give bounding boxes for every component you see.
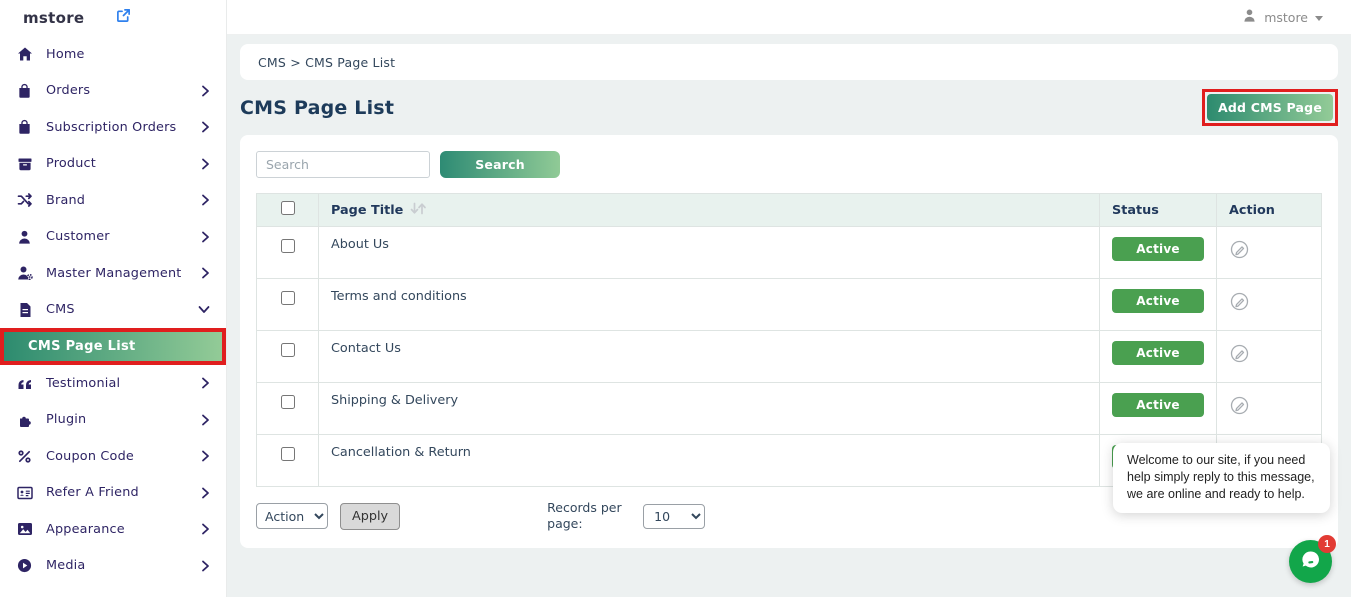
column-header-action: Action (1217, 194, 1322, 227)
add-cms-page-annotation: Add CMS Page (1202, 89, 1338, 126)
chevron-right-icon (198, 560, 210, 572)
percent-icon (16, 449, 33, 464)
sidebar-item-cms[interactable]: CMS (0, 292, 226, 329)
table-row: Shipping & Delivery Active (257, 383, 1322, 435)
chevron-down-icon (198, 305, 210, 314)
chevron-right-icon (198, 121, 210, 133)
add-cms-page-button[interactable]: Add CMS Page (1207, 94, 1333, 121)
select-all-checkbox[interactable] (281, 201, 295, 215)
chevron-right-icon (198, 414, 210, 426)
file-icon (16, 302, 33, 318)
sidebar-item-customer[interactable]: Customer (0, 219, 226, 256)
chevron-right-icon (198, 231, 210, 243)
sidebar: mstore Home Orders Subscription Orders P… (0, 0, 226, 597)
table-row: About Us Active (257, 227, 1322, 279)
chevron-right-icon (198, 194, 210, 206)
user-icon (1242, 8, 1257, 27)
person-icon (16, 229, 33, 245)
chat-launcher-button[interactable]: 1 (1289, 540, 1332, 583)
column-header-status: Status (1100, 194, 1217, 227)
user-menu[interactable]: mstore (1242, 0, 1323, 35)
chevron-right-icon (198, 377, 210, 389)
sidebar-item-home[interactable]: Home (0, 36, 226, 73)
sidebar-item-testimonial[interactable]: Testimonial (0, 365, 226, 402)
edit-icon[interactable] (1229, 395, 1250, 419)
edit-icon[interactable] (1229, 343, 1250, 367)
breadcrumb[interactable]: CMS > CMS Page List (240, 44, 1338, 80)
page-title-cell: Shipping & Delivery (319, 383, 1100, 435)
sidebar-item-appearance[interactable]: Appearance (0, 511, 226, 548)
status-badge[interactable]: Active (1112, 393, 1204, 417)
chevron-right-icon (198, 523, 210, 535)
page-title-cell: Contact Us (319, 331, 1100, 383)
page-title: CMS Page List (240, 97, 394, 119)
sidebar-item-brand[interactable]: Brand (0, 182, 226, 219)
status-badge[interactable]: Active (1112, 237, 1204, 261)
store-logo: mstore (23, 9, 84, 27)
status-badge[interactable]: Active (1112, 341, 1204, 365)
page-title-cell: Cancellation & Return (319, 435, 1100, 487)
chat-message: Welcome to our site, if you need help si… (1127, 453, 1315, 501)
bulk-action-select[interactable]: Action (256, 503, 328, 529)
page-title-cell: About Us (319, 227, 1100, 279)
sidebar-item-product[interactable]: Product (0, 146, 226, 183)
home-icon (16, 46, 33, 62)
sidebar-item-orders[interactable]: Orders (0, 73, 226, 110)
records-per-page-select[interactable]: 10 (643, 504, 705, 529)
id-card-icon (16, 486, 33, 500)
chevron-right-icon (198, 487, 210, 499)
sidebar-item-master-management[interactable]: Master Management (0, 255, 226, 292)
edit-icon[interactable] (1229, 291, 1250, 315)
records-per-page-label: Records per page: (547, 500, 625, 532)
chat-bubble-icon (1299, 548, 1323, 576)
row-checkbox[interactable] (281, 447, 295, 461)
edit-icon[interactable] (1229, 239, 1250, 263)
search-input[interactable] (256, 151, 430, 178)
shuffle-icon (16, 192, 33, 208)
row-checkbox[interactable] (281, 239, 295, 253)
sidebar-item-coupon-code[interactable]: Coupon Code (0, 438, 226, 475)
column-header-page-title[interactable]: Page Title (319, 194, 1100, 227)
chevron-right-icon (198, 450, 210, 462)
table-header-row: Page Title Status Action (257, 194, 1322, 227)
search-button[interactable]: Search (440, 151, 560, 178)
shopping-bag-icon (16, 119, 33, 135)
sort-icon[interactable] (409, 204, 428, 219)
external-link-icon[interactable] (116, 8, 131, 27)
user-name: mstore (1264, 10, 1308, 25)
person-gear-icon (16, 265, 33, 281)
row-checkbox[interactable] (281, 343, 295, 357)
apply-button[interactable]: Apply (340, 503, 400, 530)
shopping-bag-icon (16, 83, 33, 99)
image-icon (16, 522, 33, 536)
sidebar-nav: Home Orders Subscription Orders Product … (0, 35, 226, 584)
puzzle-icon (16, 412, 33, 428)
sidebar-item-refer-a-friend[interactable]: Refer A Friend (0, 475, 226, 512)
quote-icon (16, 377, 33, 390)
table-row: Contact Us Active (257, 331, 1322, 383)
chevron-right-icon (198, 158, 210, 170)
sidebar-item-plugin[interactable]: Plugin (0, 402, 226, 439)
chat-welcome-popup: Welcome to our site, if you need help si… (1113, 443, 1330, 513)
page-title-cell: Terms and conditions (319, 279, 1100, 331)
row-checkbox[interactable] (281, 395, 295, 409)
chevron-right-icon (198, 267, 210, 279)
status-badge[interactable]: Active (1112, 289, 1204, 313)
archive-icon (16, 156, 33, 172)
sidebar-item-subscription-orders[interactable]: Subscription Orders (0, 109, 226, 146)
chevron-right-icon (198, 85, 210, 97)
table-row: Terms and conditions Active (257, 279, 1322, 331)
row-checkbox[interactable] (281, 291, 295, 305)
cms-page-list-annotation: CMS Page List (0, 328, 226, 365)
play-circle-icon (16, 558, 33, 573)
sidebar-item-media[interactable]: Media (0, 548, 226, 585)
chat-unread-badge: 1 (1318, 535, 1336, 553)
sidebar-item-cms-page-list[interactable]: CMS Page List (4, 332, 222, 361)
chevron-down-icon (1315, 16, 1323, 21)
